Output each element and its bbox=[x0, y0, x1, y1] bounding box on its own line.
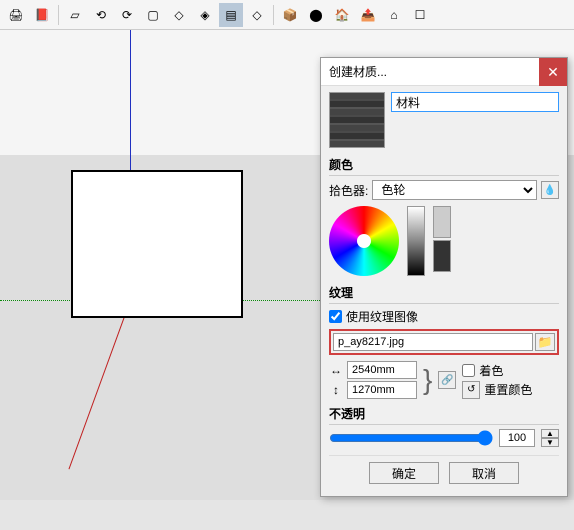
use-texture-checkbox[interactable] bbox=[329, 310, 342, 323]
dialog-titlebar[interactable]: 创建材质... ✕ bbox=[321, 58, 567, 86]
tool-home[interactable]: ⌂ bbox=[382, 3, 406, 27]
tool-cylinder[interactable]: ⬤ bbox=[304, 3, 328, 27]
close-icon[interactable]: ✕ bbox=[539, 58, 567, 86]
tool-box[interactable]: 📦 bbox=[278, 3, 302, 27]
opacity-up-icon[interactable]: ▲ bbox=[541, 429, 559, 438]
cancel-button[interactable]: 取消 bbox=[449, 462, 519, 484]
tool-house[interactable]: 🏠 bbox=[330, 3, 354, 27]
dialog-title-text: 创建材质... bbox=[329, 63, 387, 80]
toolbar-sep bbox=[58, 5, 59, 25]
color-wheel[interactable] bbox=[329, 206, 399, 276]
value-slider[interactable] bbox=[407, 206, 425, 276]
tool-app[interactable]: ▢ bbox=[141, 3, 165, 27]
opacity-down-icon[interactable]: ▼ bbox=[541, 438, 559, 447]
tool-openbox[interactable]: 📤 bbox=[356, 3, 380, 27]
swatch-light[interactable] bbox=[433, 206, 451, 238]
tool-preset2[interactable]: ◈ bbox=[193, 3, 217, 27]
ok-button[interactable]: 确定 bbox=[369, 462, 439, 484]
opacity-slider[interactable] bbox=[329, 430, 493, 446]
texture-height-input[interactable] bbox=[347, 381, 417, 399]
texture-file-input[interactable] bbox=[333, 333, 533, 351]
reset-color-label: 重置颜色 bbox=[484, 381, 532, 398]
swatch-dark[interactable] bbox=[433, 240, 451, 272]
picker-select[interactable]: 色轮 bbox=[372, 180, 537, 200]
tool-help[interactable]: 📕 bbox=[30, 3, 54, 27]
opacity-section-label: 不透明 bbox=[329, 405, 559, 422]
create-material-dialog: 创建材质... ✕ 颜色 拾色器: 色轮 💧 纹理 使 bbox=[320, 57, 568, 497]
tool-printer[interactable]: 🖨 bbox=[4, 3, 28, 27]
tool-redo[interactable]: ⟳ bbox=[115, 3, 139, 27]
texture-width-input[interactable] bbox=[347, 361, 417, 379]
texture-file-row: 📁 bbox=[329, 329, 559, 355]
width-icon: ↔ bbox=[329, 363, 343, 377]
tool-doc[interactable]: ▱ bbox=[63, 3, 87, 27]
model-face[interactable] bbox=[71, 170, 243, 318]
browse-texture-icon[interactable]: 📁 bbox=[535, 333, 555, 351]
colorize-checkbox[interactable] bbox=[462, 364, 475, 377]
tool-preset1[interactable]: ◇ bbox=[167, 3, 191, 27]
picker-label: 拾色器: bbox=[329, 182, 368, 199]
height-icon: ↕ bbox=[329, 383, 343, 397]
brace-icon: } bbox=[423, 370, 432, 390]
opacity-value-input[interactable] bbox=[499, 429, 535, 447]
link-dims-icon[interactable]: 🔗 bbox=[438, 371, 456, 389]
tool-layer[interactable]: ▤ bbox=[219, 3, 243, 27]
tool-undo[interactable]: ⟲ bbox=[89, 3, 113, 27]
use-texture-label: 使用纹理图像 bbox=[346, 308, 418, 325]
main-toolbar: 🖨 📕 ▱ ⟲ ⟳ ▢ ◇ ◈ ▤ ◇ 📦 ⬤ 🏠 📤 ⌂ ☐ bbox=[0, 0, 574, 30]
toolbar-sep bbox=[273, 5, 274, 25]
tool-preset3[interactable]: ◇ bbox=[245, 3, 269, 27]
colorize-label: 着色 bbox=[479, 362, 503, 379]
eyedropper-icon[interactable]: 💧 bbox=[541, 181, 559, 199]
texture-section-label: 纹理 bbox=[329, 284, 559, 301]
material-name-input[interactable] bbox=[391, 92, 559, 112]
tool-crate[interactable]: ☐ bbox=[408, 3, 432, 27]
color-section-label: 颜色 bbox=[329, 156, 559, 173]
material-preview bbox=[329, 92, 385, 148]
reset-color-icon[interactable]: ↺ bbox=[462, 381, 480, 399]
